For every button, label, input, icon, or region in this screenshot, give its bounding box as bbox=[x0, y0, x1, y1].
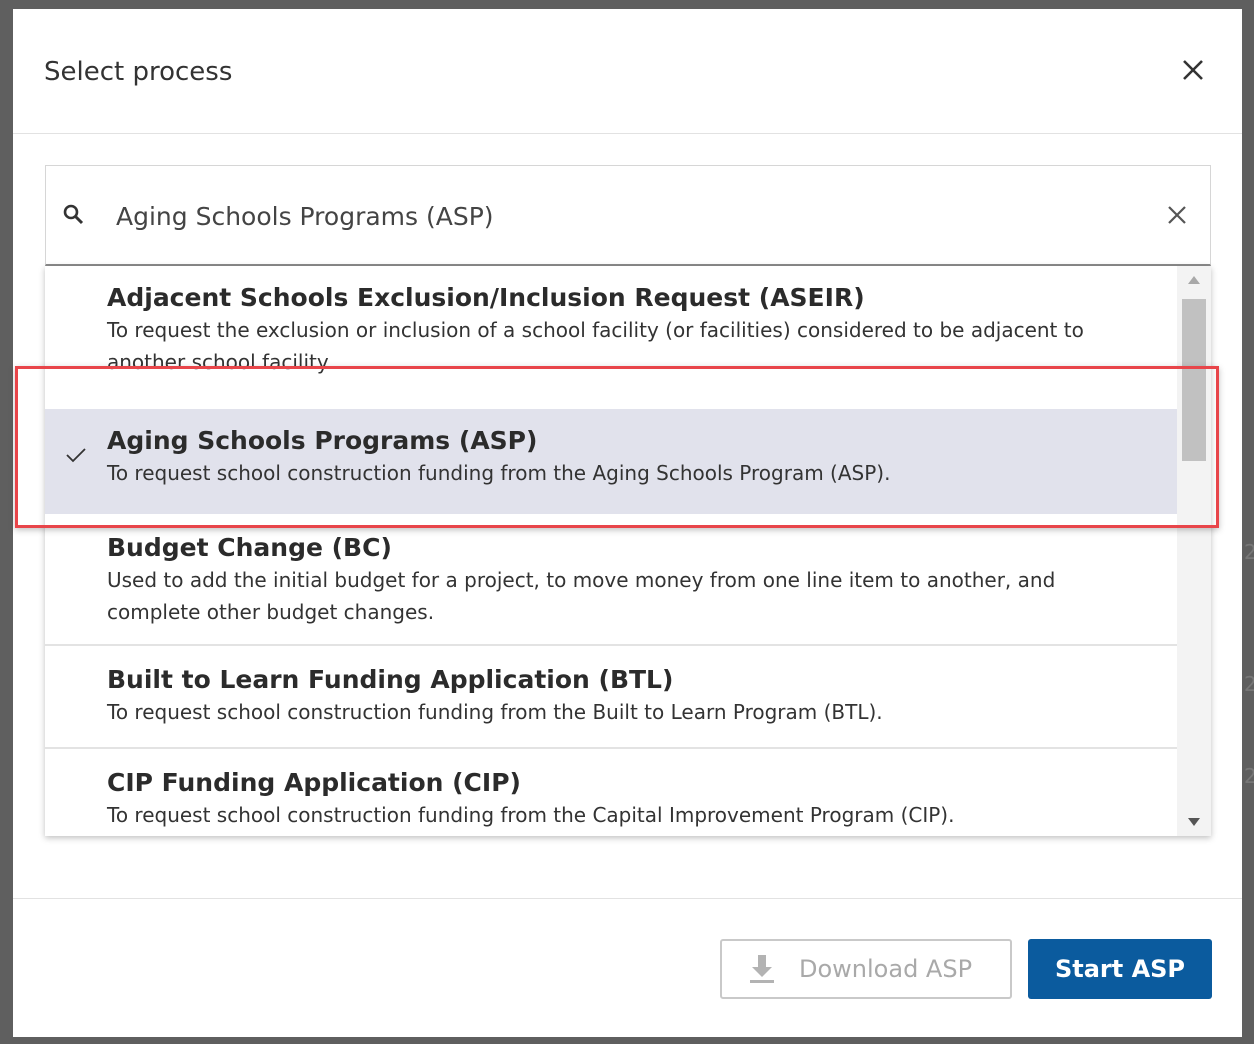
search-input[interactable] bbox=[116, 196, 1116, 236]
process-dropdown-list: Adjacent Schools Exclusion/Inclusion Req… bbox=[45, 266, 1211, 836]
option-title: Aging Schools Programs (ASP) bbox=[107, 426, 538, 455]
close-button[interactable] bbox=[1179, 56, 1207, 84]
clear-icon bbox=[1168, 206, 1186, 224]
scroll-down-arrow-icon[interactable] bbox=[1188, 818, 1200, 826]
download-asp-button[interactable]: Download ASP bbox=[720, 939, 1012, 999]
option-description: To request school construction funding f… bbox=[107, 700, 883, 724]
start-asp-button[interactable]: Start ASP bbox=[1028, 939, 1212, 999]
dialog-header: Select process bbox=[13, 9, 1242, 134]
option-description: To request school construction funding f… bbox=[107, 803, 955, 827]
option-title: Budget Change (BC) bbox=[107, 533, 392, 562]
background-fragment: 2 bbox=[1244, 540, 1254, 564]
close-icon bbox=[1183, 60, 1203, 80]
clear-search-button[interactable] bbox=[1164, 202, 1190, 228]
process-search-box bbox=[45, 165, 1211, 266]
process-option-bc[interactable]: Budget Change (BC) Used to add the initi… bbox=[45, 514, 1177, 646]
process-options: Adjacent Schools Exclusion/Inclusion Req… bbox=[45, 266, 1177, 836]
select-process-dialog: Select process Adjacent Schools Exclusio… bbox=[13, 9, 1242, 1037]
background-fragment: 2 bbox=[1244, 672, 1254, 696]
background-fragment: 2 bbox=[1244, 764, 1254, 788]
option-title: CIP Funding Application (CIP) bbox=[107, 768, 521, 797]
process-option-btl[interactable]: Built to Learn Funding Application (BTL)… bbox=[45, 646, 1177, 749]
process-option-asp[interactable]: Aging Schools Programs (ASP) To request … bbox=[45, 409, 1177, 514]
scrollbar-thumb[interactable] bbox=[1182, 299, 1206, 461]
dropdown-scrollbar[interactable] bbox=[1177, 266, 1211, 836]
process-option-aseir[interactable]: Adjacent Schools Exclusion/Inclusion Req… bbox=[45, 266, 1177, 386]
option-description: Used to add the initial budget for a pro… bbox=[107, 568, 1056, 624]
option-title: Built to Learn Funding Application (BTL) bbox=[107, 665, 674, 694]
option-title: Adjacent Schools Exclusion/Inclusion Req… bbox=[107, 283, 865, 312]
dialog-footer: Download ASP Start ASP bbox=[13, 898, 1242, 1038]
process-option-cip[interactable]: CIP Funding Application (CIP) To request… bbox=[45, 749, 1177, 836]
check-icon bbox=[66, 448, 86, 463]
option-description: To request the exclusion or inclusion of… bbox=[107, 318, 1084, 374]
option-description: To request school construction funding f… bbox=[107, 461, 891, 485]
download-button-label: Download ASP bbox=[799, 955, 973, 983]
scroll-up-arrow-icon[interactable] bbox=[1188, 276, 1200, 284]
search-icon bbox=[63, 204, 84, 225]
dialog-title: Select process bbox=[44, 57, 233, 87]
download-icon bbox=[750, 955, 774, 983]
